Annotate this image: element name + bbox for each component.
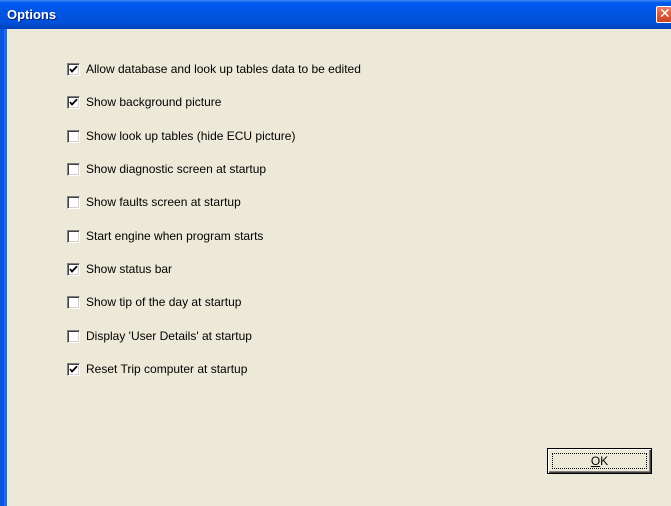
option-label: Show diagnostic screen at startup xyxy=(86,162,267,176)
title-bar[interactable]: Options ✕ xyxy=(0,0,671,29)
check-icon xyxy=(69,265,78,273)
option-checkbox[interactable] xyxy=(67,230,80,243)
option-label: Display 'User Details' at startup xyxy=(86,329,252,343)
option-checkbox[interactable] xyxy=(67,296,80,309)
option-label: Show look up tables (hide ECU picture) xyxy=(86,129,296,143)
dialog-body: Allow database and look up tables data t… xyxy=(7,29,671,506)
close-button[interactable]: ✕ xyxy=(656,6,671,23)
option-checkbox[interactable] xyxy=(67,96,80,109)
check-icon xyxy=(69,98,78,106)
option-checkbox[interactable] xyxy=(67,263,80,276)
option-label: Show faults screen at startup xyxy=(86,195,241,209)
option-checkbox[interactable] xyxy=(67,330,80,343)
option-label: Start engine when program starts xyxy=(86,229,264,243)
option-label: Reset Trip computer at startup xyxy=(86,362,248,376)
option-checkbox[interactable] xyxy=(67,163,80,176)
option-label: Show status bar xyxy=(86,262,173,276)
option-label: Show background picture xyxy=(86,95,222,109)
check-icon xyxy=(69,365,78,373)
option-checkbox[interactable] xyxy=(67,363,80,376)
check-icon xyxy=(69,65,78,73)
ok-button[interactable]: OK xyxy=(547,448,652,474)
options-dialog: Options ✕ Allow database and look up tab… xyxy=(0,0,671,506)
close-icon: ✕ xyxy=(659,6,671,22)
option-label: Allow database and look up tables data t… xyxy=(86,62,361,76)
window-title: Options xyxy=(7,7,57,22)
option-checkbox[interactable] xyxy=(67,130,80,143)
option-checkbox[interactable] xyxy=(67,63,80,76)
option-checkbox[interactable] xyxy=(67,196,80,209)
option-label: Show tip of the day at startup xyxy=(86,295,242,309)
ok-button-label: OK xyxy=(590,454,609,468)
